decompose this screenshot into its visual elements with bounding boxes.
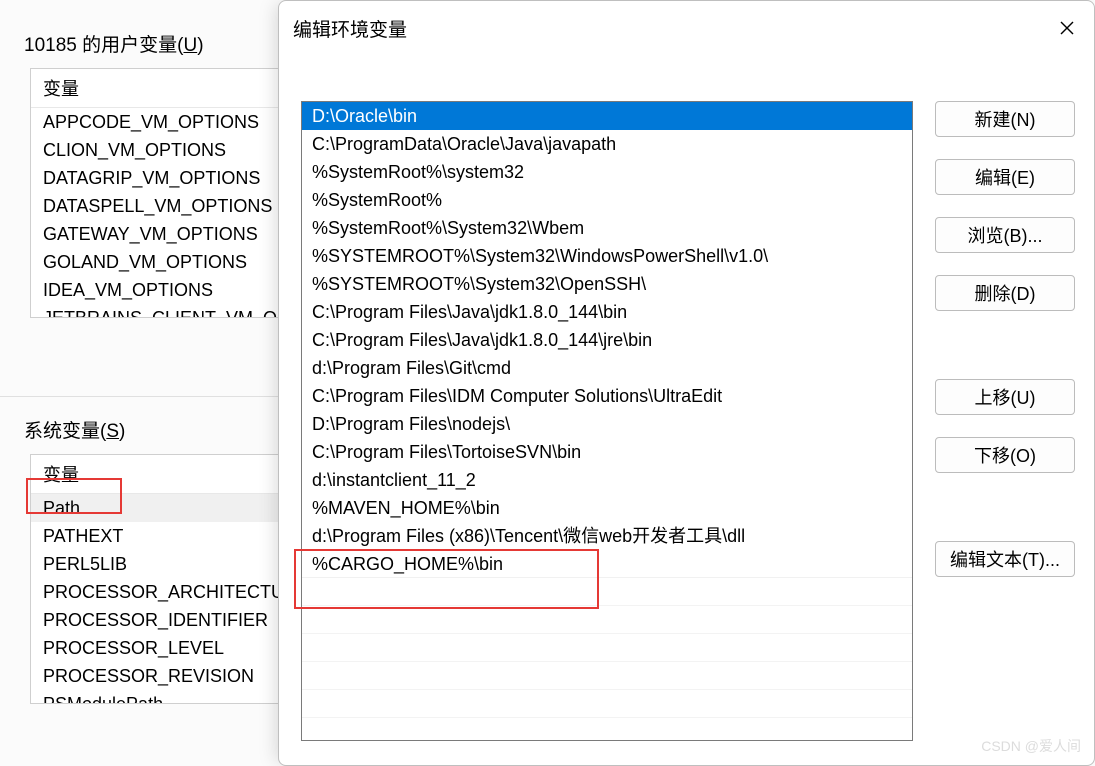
path-empty-row[interactable] (302, 662, 912, 690)
path-item[interactable]: C:\Program Files\Java\jdk1.8.0_144\bin (302, 298, 912, 326)
new-button[interactable]: 新建(N) (935, 101, 1075, 137)
dialog-title: 编辑环境变量 (293, 15, 407, 42)
path-empty-row[interactable] (302, 606, 912, 634)
path-item[interactable]: C:\Program Files\IDM Computer Solutions\… (302, 382, 912, 410)
delete-button[interactable]: 删除(D) (935, 275, 1075, 311)
path-item[interactable]: D:\Oracle\bin (302, 102, 912, 130)
path-item[interactable]: %SYSTEMROOT%\System32\OpenSSH\ (302, 270, 912, 298)
path-empty-row[interactable] (302, 578, 912, 606)
path-item[interactable]: D:\Program Files\nodejs\ (302, 410, 912, 438)
watermark: CSDN @爱人间 (981, 736, 1081, 756)
path-item[interactable]: %CARGO_HOME%\bin (302, 550, 912, 578)
sys-vars-label-key: S (106, 421, 119, 442)
sys-vars-label: 系统变量(S) (24, 416, 125, 443)
sys-vars-label-suffix: ) (119, 421, 125, 442)
path-item[interactable]: %SystemRoot%\System32\Wbem (302, 214, 912, 242)
path-item[interactable]: C:\Program Files\Java\jdk1.8.0_144\jre\b… (302, 326, 912, 354)
browse-button[interactable]: 浏览(B)... (935, 217, 1075, 253)
path-empty-row[interactable] (302, 634, 912, 662)
close-icon (1060, 21, 1074, 35)
close-button[interactable] (1054, 15, 1080, 41)
dialog-buttons: 新建(N) 编辑(E) 浏览(B)... 删除(D) 上移(U) 下移(O) 编… (935, 101, 1075, 599)
move-up-button[interactable]: 上移(U) (935, 379, 1075, 415)
path-item[interactable]: %MAVEN_HOME%\bin (302, 494, 912, 522)
path-item[interactable]: d:\Program Files (x86)\Tencent\微信web开发者工… (302, 522, 912, 550)
sys-vars-label-prefix: 系统变量( (24, 421, 106, 442)
user-vars-label-prefix: 10185 的用户变量( (24, 35, 183, 56)
user-vars-label-suffix: ) (197, 35, 203, 56)
edit-text-button[interactable]: 编辑文本(T)... (935, 541, 1075, 577)
path-empty-row[interactable] (302, 690, 912, 718)
path-entries-list[interactable]: D:\Oracle\bin C:\ProgramData\Oracle\Java… (301, 101, 913, 741)
path-item[interactable]: C:\Program Files\TortoiseSVN\bin (302, 438, 912, 466)
user-vars-label: 10185 的用户变量(U) (24, 30, 204, 57)
path-item[interactable]: %SYSTEMROOT%\System32\WindowsPowerShell\… (302, 242, 912, 270)
path-item[interactable]: %SystemRoot% (302, 186, 912, 214)
path-item[interactable]: C:\ProgramData\Oracle\Java\javapath (302, 130, 912, 158)
path-item[interactable]: d:\Program Files\Git\cmd (302, 354, 912, 382)
edit-button[interactable]: 编辑(E) (935, 159, 1075, 195)
user-vars-label-key: U (183, 35, 197, 56)
edit-env-var-dialog: 编辑环境变量 D:\Oracle\bin C:\ProgramData\Orac… (278, 0, 1095, 766)
path-item[interactable]: d:\instantclient_11_2 (302, 466, 912, 494)
path-item[interactable]: %SystemRoot%\system32 (302, 158, 912, 186)
move-down-button[interactable]: 下移(O) (935, 437, 1075, 473)
